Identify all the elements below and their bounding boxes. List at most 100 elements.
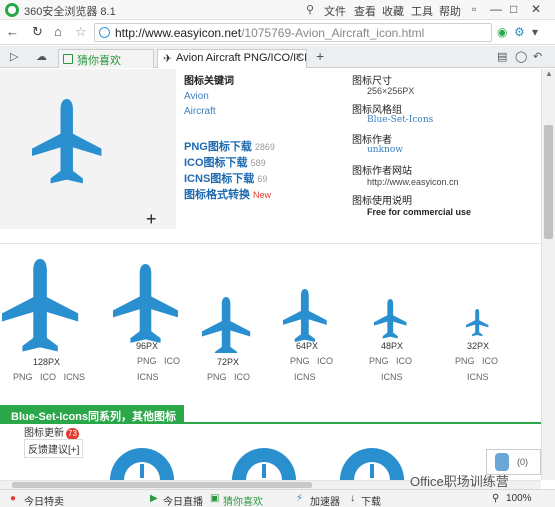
icns-download-link[interactable]: ICNS图标下载 69 [184,170,267,186]
favorite-star-icon[interactable]: ☆ [75,24,87,40]
url-host: http://www.easyicon.net [115,26,242,40]
user-icon[interactable]: ⚲ [306,3,314,16]
ico-download-count: 589 [250,158,266,168]
author-link[interactable]: unknow [367,145,403,155]
format-icns-link[interactable]: ICNS [64,372,86,382]
style-link[interactable]: Blue-Set-Icons [367,115,433,125]
zoom-level[interactable]: 100% [506,493,532,504]
tab-list-icon[interactable]: ▤ [497,50,507,63]
url-input[interactable]: http://www.easyicon.net/1075769-Avion_Ai… [94,23,492,42]
size-label-64: 64PX [296,341,319,351]
today-sale-link[interactable]: 今日特卖 [24,493,64,507]
format-png-link[interactable]: PNG [290,356,310,366]
menu-view[interactable]: 查看 [354,3,376,19]
restore-small-icon[interactable]: ▫ [472,2,476,16]
refresh-icon[interactable]: ↻ [32,24,43,40]
database-icon [495,453,509,471]
size-icons-row [2,259,489,353]
format-ico-link[interactable]: ICO [396,356,412,366]
format-png-link[interactable]: PNG [455,356,475,366]
site-label: 图标作者网站 [352,166,412,177]
feedback-button[interactable]: 反馈建议[+] [24,439,84,458]
close-icon[interactable]: ✕ [531,2,541,16]
airplane-64-icon[interactable] [283,289,327,343]
author-label: 图标作者 [352,135,392,146]
format-icns-link-96[interactable]: ICNS [137,372,159,382]
live-icon: ▶ [150,493,158,504]
live-link[interactable]: 今日直播 [163,493,203,507]
browser-logo-icon [5,3,19,17]
format-icns-link-64[interactable]: ICNS [294,372,316,382]
format-ico-link[interactable]: ICO [317,356,333,366]
ico-download-link[interactable]: ICO图标下载 589 [184,154,266,170]
home-icon[interactable]: ⌂ [54,24,62,39]
png-download-link[interactable]: PNG图标下载 2869 [184,138,275,154]
format-ico-link[interactable]: ICO [40,372,56,382]
cloud-icon[interactable]: ☁ [36,50,47,63]
format-convert-label: 图标格式转换 [184,189,250,201]
png-download-label: PNG图标下载 [184,141,252,153]
size-label: 图标尺寸 [352,76,392,87]
sidebar-toggle-icon[interactable]: ▷ [10,50,18,63]
usage-label: 图标使用说明 [352,196,412,207]
dropdown-chevron-icon[interactable]: ▾ [532,25,538,39]
airplane-128-icon[interactable] [2,259,79,352]
hscroll-thumb[interactable] [12,482,312,488]
tab-avion[interactable]: ✈ Avion Aircraft PNG/ICO/ICNS ✕ [157,49,307,68]
keyword-link[interactable]: Aircraft [184,106,216,117]
site-value[interactable]: http://www.easyicon.cn [367,177,459,187]
maximize-icon[interactable]: □ [510,2,517,16]
menu-help[interactable]: 帮助 [439,3,461,19]
format-png-link[interactable]: PNG [137,356,157,366]
menu-tools[interactable]: 工具 [411,3,433,19]
format-icns-link-48[interactable]: ICNS [381,372,403,382]
airplane-96-icon[interactable] [113,264,178,343]
accelerator-link[interactable]: 加速器 [310,493,340,507]
new-badge: New [253,190,272,200]
url-text[interactable]: http://www.easyicon.net/1075769-Avion_Ai… [115,26,424,40]
download-icon: ↓ [350,493,355,504]
format-convert-link[interactable]: 图标格式转换 New [184,186,271,202]
format-ico-link[interactable]: ICO [482,356,498,366]
icns-download-label: ICNS图标下载 [184,173,255,185]
undo-tab-icon[interactable]: ↶ [533,50,542,63]
download-link[interactable]: 下载 [361,493,381,507]
back-icon[interactable]: ← [6,24,19,39]
zoom-plus-icon[interactable]: + [146,209,157,230]
format-links-96: PNG ICO [137,356,180,366]
scroll-thumb[interactable] [544,125,553,239]
airplane-72-icon[interactable] [202,297,251,353]
format-links-64: PNG ICO [290,356,333,366]
format-ico-link[interactable]: ICO [234,372,250,382]
icon-preview: + [0,69,176,229]
tab-guess[interactable]: 猜你喜欢 [58,49,154,68]
size-label-96: 96PX [136,341,159,351]
scroll-up-icon[interactable]: ▲ [545,69,553,78]
airplane-32-icon[interactable] [466,309,489,337]
tab-guess-label: 猜你喜欢 [77,55,121,67]
format-png-link[interactable]: PNG [13,372,33,382]
compat-mode-icon[interactable]: ⚙ [514,25,525,39]
airplane-48-icon[interactable] [374,299,407,339]
new-tab-icon[interactable]: + [316,48,324,64]
restore-tab-icon[interactable]: ◯ [515,50,527,63]
format-icns-link-32[interactable]: ICNS [467,372,489,382]
menu-file[interactable]: 文件 [324,3,346,19]
size-value: 256×256PX [367,86,415,96]
speed-mode-icon[interactable]: ◉ [497,25,507,39]
series-icon[interactable] [340,448,404,480]
guess-link[interactable]: 猜你喜欢 [223,493,263,507]
format-png-link[interactable]: PNG [369,356,389,366]
url-path: /1075769-Avion_Aircraft_icon.html [241,26,425,40]
minimize-icon[interactable]: — [490,2,502,16]
icon-update-link[interactable]: 图标更新 73 [24,424,79,440]
menu-favorites[interactable]: 收藏 [382,3,404,19]
series-icon[interactable] [232,448,296,480]
format-ico-link[interactable]: ICO [164,356,180,366]
tab-close-icon[interactable]: ✕ [295,52,303,63]
vertical-scrollbar[interactable]: ▲ [541,69,555,480]
usage-value: Free for commercial use [367,207,472,217]
series-icon[interactable] [110,448,174,480]
keyword-link[interactable]: Avion [184,91,209,102]
format-png-link[interactable]: PNG [207,372,227,382]
